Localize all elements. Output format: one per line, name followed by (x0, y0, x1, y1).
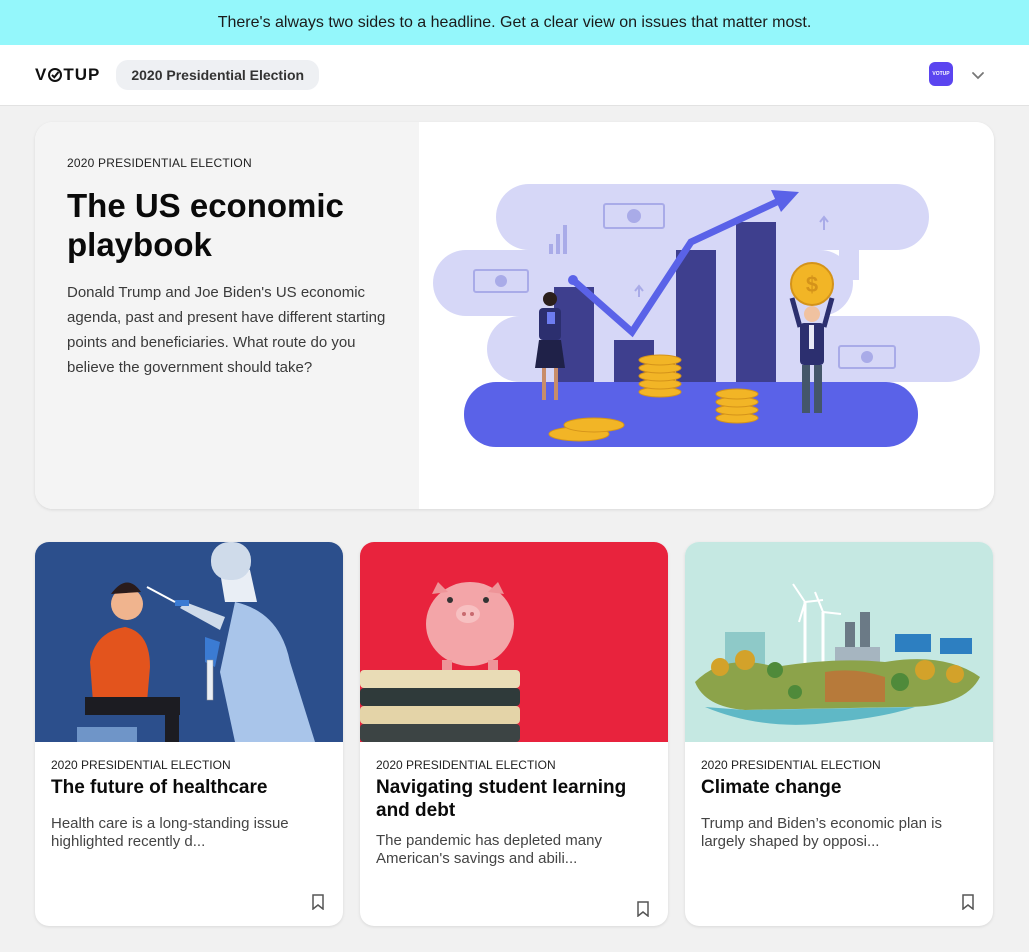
featured-article-title[interactable]: The US economic playbook (67, 186, 387, 264)
article-card-title[interactable]: The future of healthcare (51, 776, 327, 799)
featured-article-description: Donald Trump and Joe Biden's US economic… (67, 284, 386, 376)
votup-logo[interactable]: V TUP (35, 65, 100, 85)
article-card-healthcare[interactable]: 2020 PRESIDENTIAL ELECTION The future of… (35, 542, 343, 926)
article-card-body: 2020 PRESIDENTIAL ELECTION The future of… (35, 758, 343, 926)
student-debt-illustration (360, 542, 668, 742)
article-card-description: Health care is a long-standing issue hig… (51, 815, 289, 850)
featured-article-card[interactable]: 2020 PRESIDENTIAL ELECTION The US econom… (35, 122, 994, 509)
economy-illustration: $ (419, 122, 994, 509)
article-card-tag: 2020 PRESIDENTIAL ELECTION (701, 758, 881, 772)
featured-article-tag: 2020 PRESIDENTIAL ELECTION (67, 156, 252, 170)
article-card-tag: 2020 PRESIDENTIAL ELECTION (376, 758, 556, 772)
chevron-down-icon[interactable] (970, 67, 986, 83)
article-card-title[interactable]: Navigating student learning and debt (376, 776, 652, 822)
article-card-climate[interactable]: 2020 PRESIDENTIAL ELECTION Climate chang… (685, 542, 993, 926)
article-card-description: Trump and Biden’s economic plan is large… (701, 815, 942, 850)
logo-check-icon (48, 68, 63, 82)
healthcare-illustration (35, 542, 343, 742)
promo-banner: There's always two sides to a headline. … (0, 0, 1029, 45)
climate-illustration (685, 542, 993, 742)
article-card-description: The pandemic has depleted many American'… (376, 832, 602, 867)
svg-text:$: $ (806, 272, 818, 297)
article-card-tag: 2020 PRESIDENTIAL ELECTION (51, 758, 231, 772)
article-card-grid: 2020 PRESIDENTIAL ELECTION The future of… (35, 542, 994, 926)
bookmark-icon[interactable] (961, 894, 975, 910)
promo-banner-text: There's always two sides to a headline. … (217, 13, 812, 31)
bookmark-icon[interactable] (311, 894, 325, 910)
article-card-body: 2020 PRESIDENTIAL ELECTION Navigating st… (360, 758, 668, 926)
article-card-body: 2020 PRESIDENTIAL ELECTION Climate chang… (685, 758, 993, 926)
user-avatar[interactable]: VOTUP (929, 62, 953, 86)
election-topic-pill[interactable]: 2020 Presidential Election (116, 60, 320, 90)
top-navigation: V TUP 2020 Presidential Election VOTUP (0, 45, 1029, 106)
featured-article-text: 2020 PRESIDENTIAL ELECTION The US econom… (35, 122, 419, 509)
article-card-student-debt[interactable]: 2020 PRESIDENTIAL ELECTION Navigating st… (360, 542, 668, 926)
bookmark-icon[interactable] (636, 901, 650, 917)
article-card-title[interactable]: Climate change (701, 776, 977, 799)
